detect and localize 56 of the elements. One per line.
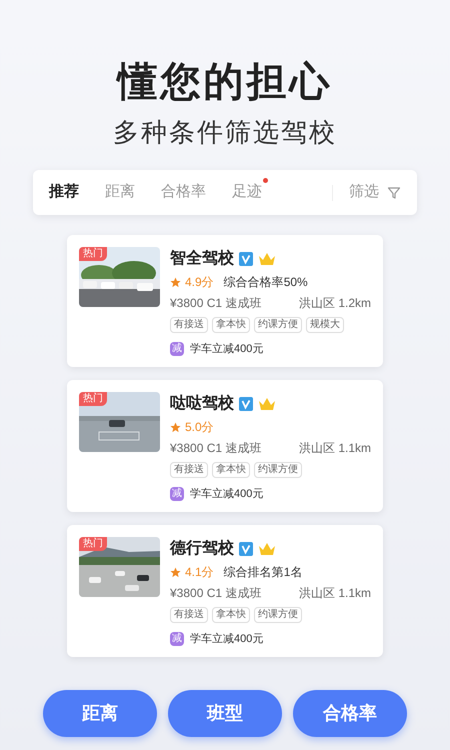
feature-tag: 有接送 (170, 317, 208, 333)
feature-tag: 拿本快 (212, 317, 250, 333)
subheadline: 多种条件筛选驾校 (113, 116, 337, 148)
filter-tab[interactable]: 距离 (105, 181, 135, 204)
school-card[interactable]: 热门 哒哒驾校 5.0分 ¥3800 C1 速成班 洪山区 1.1km 有接送 拿本快 约课方便 减 学车立减400元 (67, 380, 383, 512)
filter-tab[interactable]: 推荐 (49, 181, 79, 204)
feature-tag: 有接送 (170, 462, 208, 478)
star-icon (170, 566, 181, 578)
promo-text: 学车立减400元 (190, 486, 264, 502)
highlight-text: 综合合格率50% (224, 274, 308, 291)
location-distance: 洪山区 1.1km (298, 585, 371, 602)
discount-badge: 减 (170, 342, 184, 356)
feature-tag: 约课方便 (254, 462, 302, 478)
sort-button[interactable]: 距离 (43, 690, 157, 737)
price-class: ¥3800 C1 速成班 (170, 585, 262, 602)
headline: 懂您的担心 (118, 59, 332, 106)
sort-button[interactable]: 合格率 (293, 690, 407, 737)
hot-badge: 热门 (79, 247, 107, 261)
rating: 4.9分 (185, 274, 214, 291)
verified-icon (239, 397, 253, 411)
sort-button[interactable]: 班型 (168, 690, 282, 737)
location-distance: 洪山区 1.2km (298, 295, 371, 312)
highlight-text: 综合排名第1名 (224, 564, 302, 581)
feature-tag: 有接送 (170, 607, 208, 623)
verified-icon (239, 252, 253, 266)
school-name: 哒哒驾校 (170, 394, 234, 414)
rating: 5.0分 (185, 419, 214, 436)
rating: 4.1分 (185, 564, 214, 581)
price-class: ¥3800 C1 速成班 (170, 440, 262, 457)
filter-tab[interactable]: 足迹 (232, 181, 262, 204)
hot-badge: 热门 (79, 537, 107, 551)
price-class: ¥3800 C1 速成班 (170, 295, 262, 312)
school-name: 德行驾校 (170, 538, 234, 559)
crown-icon (258, 542, 276, 556)
filter-tab[interactable]: 合格率 (161, 181, 206, 204)
feature-tag: 约课方便 (254, 607, 302, 623)
filter-icon (387, 186, 401, 200)
discount-badge: 减 (170, 632, 184, 646)
star-icon (170, 276, 181, 288)
promo-text: 学车立减400元 (190, 632, 264, 647)
feature-tag: 拿本快 (212, 462, 250, 478)
discount-badge: 减 (170, 487, 184, 502)
filter-button[interactable]: 筛选 (349, 181, 401, 204)
verified-icon (239, 542, 253, 556)
feature-tag: 拿本快 (212, 607, 250, 623)
feature-tag: 约课方便 (254, 317, 302, 333)
feature-tag: 规模大 (306, 317, 344, 333)
location-distance: 洪山区 1.1km (298, 440, 371, 457)
school-name: 智全驾校 (170, 248, 234, 269)
crown-icon (258, 252, 276, 266)
star-icon (170, 422, 181, 432)
hot-badge: 热门 (79, 392, 107, 406)
crown-icon (258, 397, 276, 411)
school-card[interactable]: 热门 德行驾校 4.1分 综合排名第1名 ¥3800 C1 速成班 洪山区 1.1km 有接送 拿本快 约课方便 减 学车立减400元 (67, 525, 383, 657)
promo-text: 学车立减400元 (190, 342, 264, 357)
school-card[interactable]: 热门 智全驾校 4.9分 综合合格率50% ¥3800 C1 速成班 洪山区 1.2km 有接送 拿本快 约课方便 规模大 减 学车立减400元 (67, 235, 383, 367)
